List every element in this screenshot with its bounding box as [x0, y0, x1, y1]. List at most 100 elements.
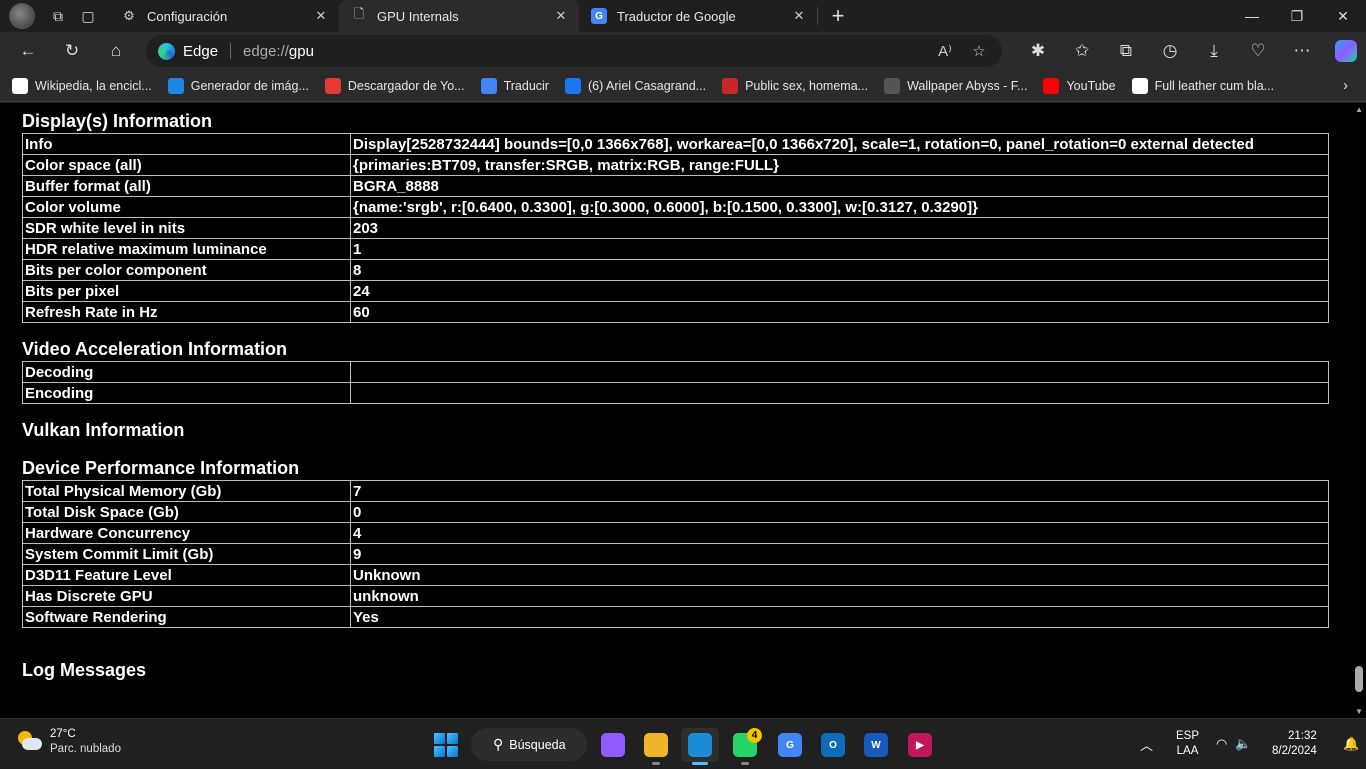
show-hidden-icons-button[interactable]: ︿: [1140, 719, 1153, 769]
read-aloud-icon[interactable]: A⁾: [928, 42, 962, 60]
scrollbar-thumb[interactable]: [1355, 666, 1363, 692]
favorites-icon[interactable]: ✩: [1060, 35, 1104, 67]
row-value: Yes: [350, 606, 1329, 628]
outlook-app[interactable]: O: [814, 728, 852, 762]
table-row: System Commit Limit (Gb) 9: [22, 543, 1329, 565]
bookmark-item[interactable]: Descargador de Yo...: [324, 77, 465, 94]
collections-icon[interactable]: ⧉: [1104, 35, 1148, 67]
table-row: Refresh Rate in Hz 60: [22, 301, 1329, 323]
site-icon: [722, 77, 739, 94]
row-value: {primaries:BT709, transfer:SRGB, matrix:…: [350, 154, 1329, 176]
bookmark-item[interactable]: Full leather cum bla...: [1131, 77, 1275, 94]
clock-date: 8/2/2024: [1272, 745, 1317, 757]
tab-actions-icon[interactable]: ▢: [73, 2, 103, 30]
row-value: 0: [350, 501, 1329, 523]
windows-taskbar: 27°C Parc. nublado ⚲ Búsqueda 4 G O W ▶ ︿ ES…: [0, 718, 1366, 768]
back-button[interactable]: ←: [10, 35, 46, 67]
row-value: 7: [350, 480, 1329, 502]
row-value: 1: [350, 238, 1329, 260]
tab-traductor[interactable]: G Traductor de Google ✕: [579, 0, 817, 32]
edge-icon: [688, 733, 712, 757]
bookmark-label: Descargador de Yo...: [347, 78, 465, 93]
row-key: Color space (all): [22, 154, 351, 176]
more-menu-icon[interactable]: ⋯: [1280, 35, 1324, 67]
clock[interactable]: 21:32 8/2/2024: [1272, 719, 1317, 769]
file-explorer-app[interactable]: [637, 728, 675, 765]
bookmark-item[interactable]: Public sex, homema...: [722, 77, 868, 94]
performance-icon[interactable]: ♡: [1236, 35, 1280, 67]
folder-icon: [644, 733, 668, 757]
table-row: Bits per pixel 24: [22, 280, 1329, 302]
media-player-app[interactable]: ▶: [901, 728, 939, 762]
bookmark-item[interactable]: (6) Ariel Casagrand...: [564, 77, 706, 94]
row-key: Total Physical Memory (Gb): [22, 480, 351, 502]
bookmark-item[interactable]: Generador de imág...: [167, 77, 309, 94]
table-row: Buffer format (all) BGRA_8888: [22, 175, 1329, 197]
minimize-button[interactable]: —: [1229, 0, 1275, 32]
chevron-right-icon[interactable]: ›: [1343, 77, 1348, 94]
copilot-button[interactable]: [1324, 35, 1366, 67]
row-key: Color volume: [22, 196, 351, 218]
downloads-icon[interactable]: ⤓: [1192, 35, 1236, 67]
row-key: Software Rendering: [22, 606, 351, 628]
row-key: Hardware Concurrency: [22, 522, 351, 544]
scroll-down-icon[interactable]: ▼: [1355, 707, 1363, 716]
row-value: Display[2528732444] bounds=[0,0 1366x768…: [350, 133, 1329, 155]
tab-strip: ⧉ ▢ ⚙ Configuración ✕ 🗋 GPU Internals ✕ …: [0, 0, 1366, 32]
b-icon: [1131, 77, 1148, 94]
page-scrollbar[interactable]: ▲ ▼: [1352, 103, 1366, 718]
copilot-app[interactable]: [594, 728, 632, 762]
bookmark-item[interactable]: Traducir: [480, 77, 549, 94]
restore-button[interactable]: ❐: [1274, 0, 1320, 32]
scroll-up-icon[interactable]: ▲: [1355, 105, 1363, 114]
edge-app[interactable]: [681, 728, 719, 765]
bookmark-label: Full leather cum bla...: [1154, 78, 1275, 93]
weather-widget[interactable]: 27°C Parc. nublado: [16, 727, 121, 757]
address-bar[interactable]: Edge edge://gpu A⁾ ☆: [146, 35, 1002, 67]
close-window-button[interactable]: ✕: [1320, 0, 1366, 32]
gear-icon: ⚙: [123, 8, 135, 23]
running-indicator: [652, 762, 660, 765]
close-icon[interactable]: ✕: [553, 8, 569, 24]
extensions-icon[interactable]: ✱: [1016, 35, 1060, 67]
word-app[interactable]: W: [857, 728, 895, 762]
table-row: Color volume {name:'srgb', r:[0.6400, 0.3…: [22, 196, 1329, 218]
history-icon[interactable]: ◷: [1148, 35, 1192, 67]
address-url[interactable]: edge://gpu: [243, 43, 314, 60]
wikipedia-icon: [12, 77, 28, 94]
network-volume-tray[interactable]: ◠ 🔈: [1216, 719, 1252, 769]
refresh-button[interactable]: ↻: [54, 35, 90, 67]
notifications-button[interactable]: 🔔: [1343, 719, 1359, 769]
row-value: unknown: [350, 585, 1329, 607]
close-icon[interactable]: ✕: [791, 8, 807, 24]
bookmark-item[interactable]: Wallpaper Abyss - F...: [884, 77, 1027, 94]
bookmark-item[interactable]: YouTube: [1043, 77, 1116, 94]
tab-divider: [817, 7, 818, 25]
partly-cloudy-icon: [16, 729, 44, 755]
row-key: HDR relative maximum luminance: [22, 238, 351, 260]
row-key: D3D11 Feature Level: [22, 564, 351, 586]
google-translate-app[interactable]: G: [771, 728, 809, 762]
home-button[interactable]: ⌂: [98, 35, 134, 67]
display-info-table: Info Display[2528732444] bounds=[0,0 1366…: [22, 133, 1329, 323]
whatsapp-app[interactable]: 4: [726, 728, 764, 765]
workspaces-icon[interactable]: ⧉: [43, 2, 73, 30]
tab-gpu-internals[interactable]: 🗋 GPU Internals ✕: [339, 0, 579, 32]
bookmark-item[interactable]: Wikipedia, la encicl...: [12, 77, 152, 94]
device-info-table: Total Physical Memory (Gb) 7 Total Disk Sp…: [22, 480, 1329, 628]
row-value: 203: [350, 217, 1329, 239]
favorite-star-icon[interactable]: ☆: [962, 42, 996, 60]
running-indicator: [741, 762, 749, 765]
running-indicator: [692, 762, 708, 765]
page-content: Display(s) Information Info Display[25287…: [0, 103, 1366, 718]
taskbar-search[interactable]: ⚲ Búsqueda: [471, 728, 587, 761]
language-indicator[interactable]: ESP LAA: [1176, 719, 1199, 769]
new-tab-button[interactable]: +: [822, 2, 854, 30]
start-button[interactable]: [434, 733, 458, 757]
address-divider: [230, 43, 232, 59]
close-icon[interactable]: ✕: [313, 8, 329, 24]
profile-avatar[interactable]: [9, 3, 35, 29]
chevron-up-icon: ︿: [1140, 737, 1154, 753]
row-key: Buffer format (all): [22, 175, 351, 197]
tab-configuracion[interactable]: ⚙ Configuración ✕: [109, 0, 339, 32]
